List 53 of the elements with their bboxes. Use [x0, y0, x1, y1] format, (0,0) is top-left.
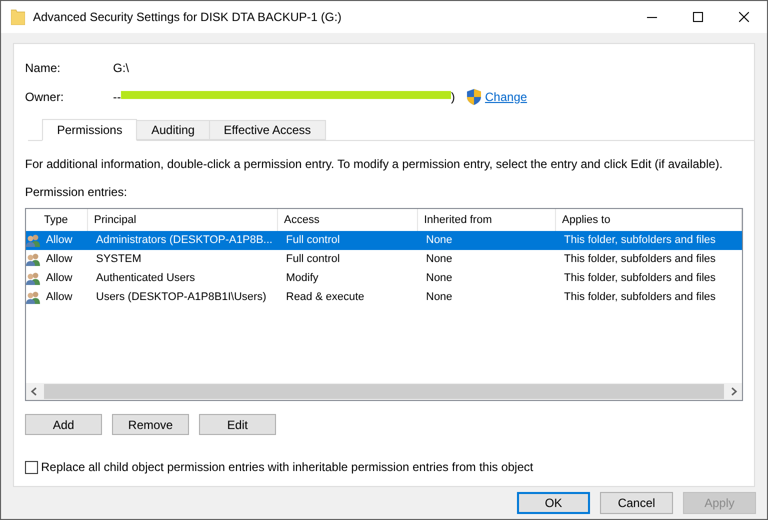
table-cell-text: Allow: [45, 290, 74, 306]
checkbox-label: Replace all child object permission entries with inheritable permission entries from this object: [41, 459, 534, 476]
table-cell-text: Read & execute: [285, 290, 366, 306]
owner-value-end: ): [451, 89, 455, 106]
action-button[interactable]: Edit: [199, 414, 276, 435]
action-button[interactable]: Remove: [112, 414, 189, 435]
table-cell-text: Users (DESKTOP-A1P8B1I\Users): [95, 290, 268, 306]
table-cell-text: Allow: [45, 271, 74, 286]
table-cell-text: None: [425, 290, 454, 306]
maximize-icon: [693, 12, 703, 22]
table-cell-text: Full control: [285, 252, 341, 268]
permission-row[interactable]: Allow SYSTEM Full control None This folder, subfolders and files: [26, 250, 742, 269]
users-icon: [26, 253, 40, 266]
table-cell-text: SYSTEM: [95, 252, 142, 268]
table-cell-text: Allow: [45, 252, 74, 268]
table-cell-text: Modify: [285, 271, 320, 286]
close-icon: [739, 12, 749, 22]
action-button[interactable]: Add: [25, 414, 102, 435]
users-icon: [26, 234, 40, 247]
horizontal-scrollbar[interactable]: [26, 383, 742, 400]
tab[interactable]: Auditing: [137, 120, 210, 140]
table-cell-text: None: [425, 252, 454, 268]
minimize-icon: [647, 16, 657, 18]
table-cell-text: This folder, subfolders and files: [563, 233, 717, 248]
users-icon: [26, 272, 40, 285]
table-cell-text: This folder, subfolders and files: [563, 290, 717, 306]
folder-icon: [11, 9, 25, 25]
table-cell-text: Authenticated Users: [95, 271, 196, 286]
table-cell-text: Allow: [45, 233, 74, 248]
table-cell-text: Full control: [285, 233, 341, 248]
name-label: Name:: [25, 60, 62, 77]
owner-label: Owner:: [25, 89, 65, 106]
checkbox[interactable]: [25, 460, 38, 474]
table-cell-text: None: [425, 271, 454, 286]
table-cell-text: Administrators (DESKTOP-A1P8B...: [95, 233, 274, 248]
name-value: G:\: [113, 60, 130, 77]
tab[interactable]: Permissions: [42, 119, 138, 141]
info-text: For additional information, double-click a permission entry. To modify a permission entry, select the entry and click Edit (if available).: [25, 156, 724, 173]
table-cell-text: This folder, subfolders and files: [563, 271, 717, 286]
permission-row[interactable]: Allow Authenticated Users Modify None This folder, subfolders and files: [26, 269, 742, 288]
change-link[interactable]: Change: [485, 88, 528, 106]
table-cell-text: This folder, subfolders and files: [563, 252, 717, 268]
table-cell-text: None: [425, 233, 454, 248]
users-icon: [26, 291, 40, 304]
window-title: Advanced Security Settings for DISK DTA BACKUP-1 (G:): [33, 9, 342, 26]
shield-icon: [467, 89, 481, 105]
entries-label: Permission entries:: [25, 184, 128, 201]
owner-value-start: --: [113, 89, 121, 106]
permission-row[interactable]: Allow Users (DESKTOP-A1P8B1I\Users) Read & execute None This folder, subfolders and files: [26, 288, 742, 307]
dialog-button[interactable]: OK: [517, 492, 590, 514]
tab[interactable]: Effective Access: [210, 120, 326, 140]
dialog-button[interactable]: Cancel: [600, 492, 673, 514]
permission-row[interactable]: Allow Administrators (DESKTOP-A1P8B... Full control None This folder, subfolders and files: [26, 231, 742, 250]
